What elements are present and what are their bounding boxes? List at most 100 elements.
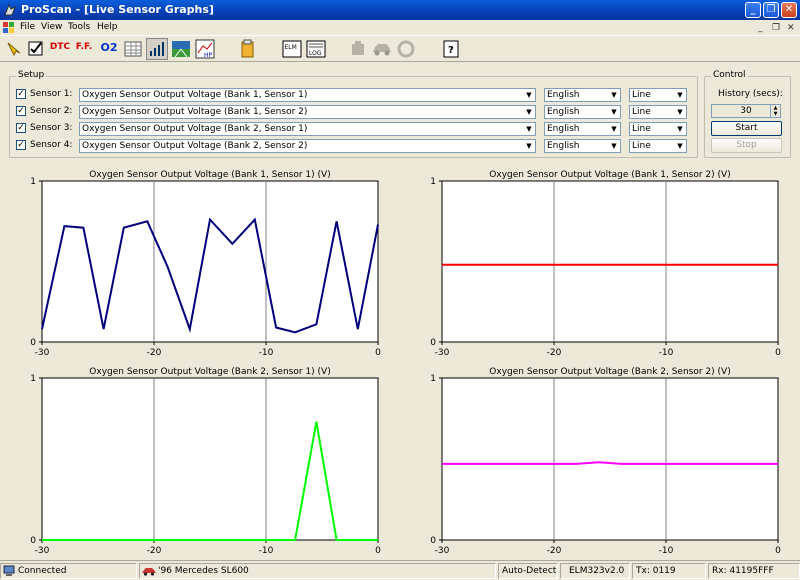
svg-text:?: ? [448,45,454,56]
x-tick-label: -10 [659,546,674,556]
y-tick-label: 1 [430,374,436,384]
sensor-3-units-select[interactable]: English ▼ [544,122,621,136]
chevron-down-icon[interactable]: ▼ [608,106,620,118]
x-tick-label: 0 [375,348,381,358]
sensor-2-checkbox[interactable]: ✓ [16,106,26,116]
x-tick-label: -20 [147,546,162,556]
maximize-button[interactable]: ❐ [763,2,779,18]
sensor-4-units-select[interactable]: English ▼ [544,139,621,153]
tire-button[interactable] [395,38,417,60]
chevron-down-icon[interactable]: ▼ [523,140,535,152]
control-label: Control [711,70,748,80]
plot-area [441,180,779,343]
sensor-1-checkbox[interactable]: ✓ [16,89,26,99]
help-button[interactable]: ? [440,38,462,60]
checklist-button[interactable] [25,38,47,60]
car-icon [142,568,156,576]
log-button[interactable]: LOG [305,38,327,60]
elm-icon: ELM [282,40,302,58]
dtc-button[interactable]: DTC [49,38,71,60]
table-button[interactable] [122,38,144,60]
dashboard-button[interactable] [170,38,192,60]
chart-svg: Oxygen Sensor Output Voltage (Bank 1, Se… [430,170,781,358]
minimize-button[interactable]: _ [745,2,761,18]
sensor-3-style: Line [632,124,651,134]
menu-file[interactable]: File [20,22,35,32]
title-bar: ProScan - [Live Sensor Graphs] _ ❐ ✕ [0,0,800,20]
chevron-down-icon[interactable]: ▼ [674,106,686,118]
sensor-4-pid-select[interactable]: Oxygen Sensor Output Voltage (Bank 2, Se… [79,139,536,153]
setup-label: Setup [16,70,47,80]
chart-svg: Oxygen Sensor Output Voltage (Bank 1, Se… [30,170,381,358]
x-tick-label: 0 [775,348,781,358]
chart-title: Oxygen Sensor Output Voltage (Bank 2, Se… [89,367,330,377]
chevron-down-icon[interactable]: ▼ [608,89,620,101]
plot-area [441,377,779,541]
chart-svg: Oxygen Sensor Output Voltage (Bank 2, Se… [430,367,781,556]
freeze-frame-button[interactable]: F.F. [73,38,95,60]
menu-tools[interactable]: Tools [68,22,90,32]
menu-view[interactable]: View [41,22,62,32]
x-tick-label: -30 [35,546,50,556]
sensor-4-pid: Oxygen Sensor Output Voltage (Bank 2, Se… [82,141,308,151]
report-button[interactable] [236,38,258,60]
sensor-3-checkbox[interactable]: ✓ [16,123,26,133]
sensor-1-style-select[interactable]: Line ▼ [629,88,687,102]
chevron-down-icon[interactable]: ▼ [523,123,535,135]
connect-button[interactable] [3,38,25,60]
chevron-down-icon[interactable]: ▼ [674,140,686,152]
chart-title: Oxygen Sensor Output Voltage (Bank 1, Se… [89,170,330,180]
horsepower-icon: HP [195,39,215,59]
log-icon: LOG [306,40,326,58]
stop-button[interactable]: Stop [711,138,782,153]
dashboard-icon [172,41,190,58]
sensor-3-units: English [547,124,580,134]
svg-text:HP: HP [204,52,213,59]
chevron-down-icon[interactable]: ▼ [674,123,686,135]
chevron-down-icon[interactable]: ▼ [523,106,535,118]
sensor-2-style-select[interactable]: Line ▼ [629,105,687,119]
chevron-down-icon[interactable]: ▼ [608,140,620,152]
sensor-3-style-select[interactable]: Line ▼ [629,122,687,136]
bar-graph-icon [150,42,164,56]
mdi-close-button[interactable]: ✕ [787,23,795,33]
sensor-4-style: Line [632,141,651,151]
menu-help[interactable]: Help [97,22,118,32]
mdi-restore-button[interactable]: ❐ [772,23,780,33]
history-label: History (secs): [718,89,783,99]
toolbar: DTC F.F. O2 HP ELM LOG ? [0,35,800,62]
y-tick-label: 0 [430,338,436,348]
sensor-4-units: English [547,141,580,151]
chevron-down-icon[interactable]: ▼ [674,89,686,101]
sensor-3-pid-select[interactable]: Oxygen Sensor Output Voltage (Bank 2, Se… [79,122,536,136]
live-graph-button[interactable] [146,38,168,60]
engine-button[interactable] [347,38,369,60]
sensor-1-label: Sensor 1: [30,89,73,99]
chevron-down-icon[interactable]: ▼ [608,123,620,135]
x-tick-label: -20 [547,546,562,556]
spinner-arrows-icon[interactable]: ▲ ▼ [770,104,781,118]
vehicle-status: '96 Mercedes SL600 [139,563,496,579]
chevron-down-icon[interactable]: ▼ [523,89,535,101]
plot-area [41,180,379,343]
o2-button[interactable]: O2 [98,38,120,60]
horsepower-button[interactable]: HP [194,38,216,60]
interface-status: ELM323v2.0 [560,563,630,579]
car-button[interactable] [371,38,393,60]
sensor-2-units-select[interactable]: English ▼ [544,105,621,119]
sensor-4-checkbox[interactable]: ✓ [16,140,26,150]
start-button[interactable]: Start [711,121,782,136]
sensor-2-units: English [547,107,580,117]
history-spinner[interactable]: 30 ▲ ▼ [711,104,781,118]
sensor-1-units-select[interactable]: English ▼ [544,88,621,102]
table-icon [124,41,142,57]
sensor-2-label: Sensor 2: [30,106,73,116]
mdi-minimize-button[interactable]: _ [758,23,763,33]
sensor-1-style: Line [632,90,651,100]
elm-button[interactable]: ELM [281,38,303,60]
sensor-2-pid-select[interactable]: Oxygen Sensor Output Voltage (Bank 1, Se… [79,105,536,119]
sensor-4-style-select[interactable]: Line ▼ [629,139,687,153]
close-button[interactable]: ✕ [781,2,797,18]
sensor-1-pid-select[interactable]: Oxygen Sensor Output Voltage (Bank 1, Se… [79,88,536,102]
car-icon [373,44,391,56]
